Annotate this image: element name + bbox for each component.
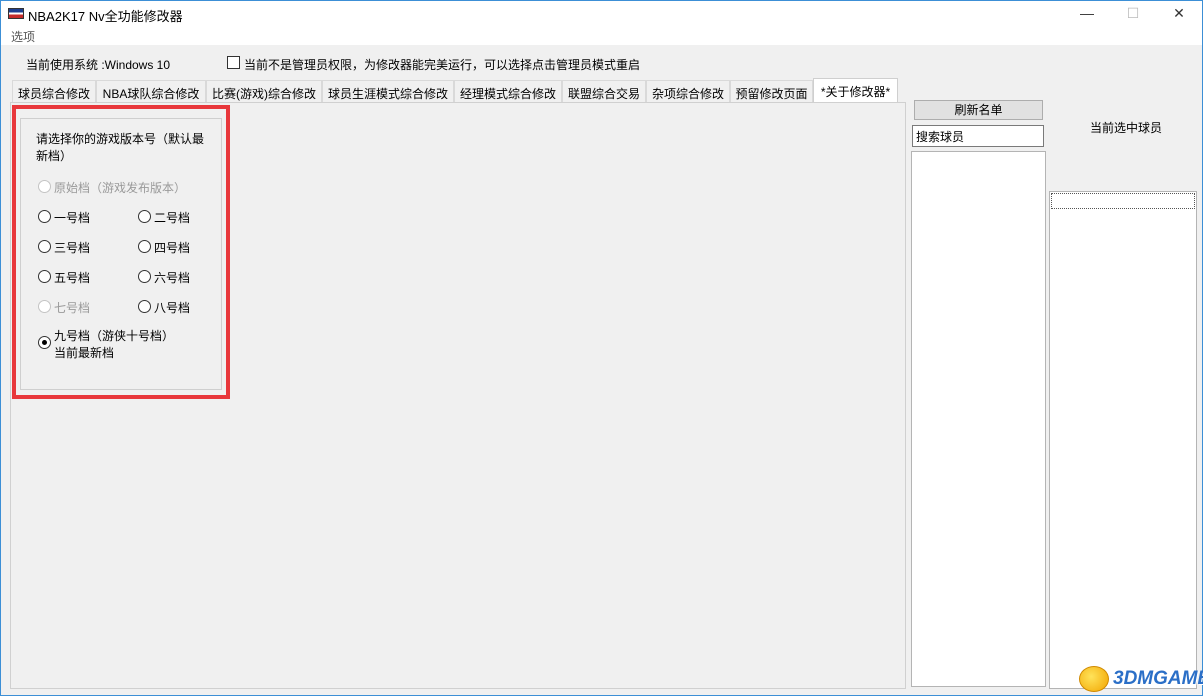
tab-misc-edit[interactable]: 杂项综合修改 [646, 80, 730, 103]
app-window: NBA2K17 Nv全功能修改器 — ☐ ✕ 选项 当前使用系统 :Window… [0, 0, 1203, 696]
maximize-button[interactable]: ☐ [1110, 1, 1156, 26]
minimize-button[interactable]: — [1064, 1, 1110, 26]
tab-player-edit[interactable]: 球员综合修改 [12, 80, 96, 103]
selected-player-label: 当前选中球员 [1090, 121, 1163, 135]
mascot-icon [1079, 666, 1109, 692]
player-search-input[interactable] [912, 125, 1044, 147]
tab-manager-mode-edit[interactable]: 经理模式综合修改 [454, 80, 562, 103]
selected-player-panel[interactable] [1049, 191, 1197, 689]
refresh-list-button[interactable]: 刷新名单 [914, 100, 1043, 120]
menu-bar: 选项 [1, 26, 1202, 45]
admin-notice-label[interactable]: 当前不是管理员权限，为修改器能完美运行，可以选择点击管理员模式重启 [244, 56, 640, 73]
highlight-box [12, 105, 230, 399]
nba-logo-icon [8, 8, 24, 19]
tab-reserved-page[interactable]: 预留修改页面 [730, 80, 813, 103]
selected-player-field[interactable] [1051, 193, 1195, 209]
os-label: 当前使用系统 :Windows 10 [26, 58, 171, 72]
tab-about[interactable]: *关于修改器* [813, 78, 898, 103]
tab-career-mode-edit[interactable]: 球员生涯模式综合修改 [322, 80, 454, 103]
window-title: NBA2K17 Nv全功能修改器 [28, 9, 183, 24]
player-list[interactable] [911, 151, 1046, 687]
admin-restart-checkbox[interactable] [227, 56, 240, 69]
watermark-text: 3DMGAME [1113, 668, 1203, 689]
close-button[interactable]: ✕ [1156, 1, 1202, 26]
menu-options[interactable]: 选项 [11, 28, 35, 45]
tab-game-edit[interactable]: 比赛(游戏)综合修改 [206, 80, 322, 103]
watermark-logo: 3DMGAME [1079, 665, 1203, 693]
title-bar[interactable]: NBA2K17 Nv全功能修改器 — ☐ ✕ [1, 1, 1202, 26]
tab-nba-team-edit[interactable]: NBA球队综合修改 [96, 80, 206, 103]
tab-league-trade[interactable]: 联盟综合交易 [562, 80, 646, 103]
